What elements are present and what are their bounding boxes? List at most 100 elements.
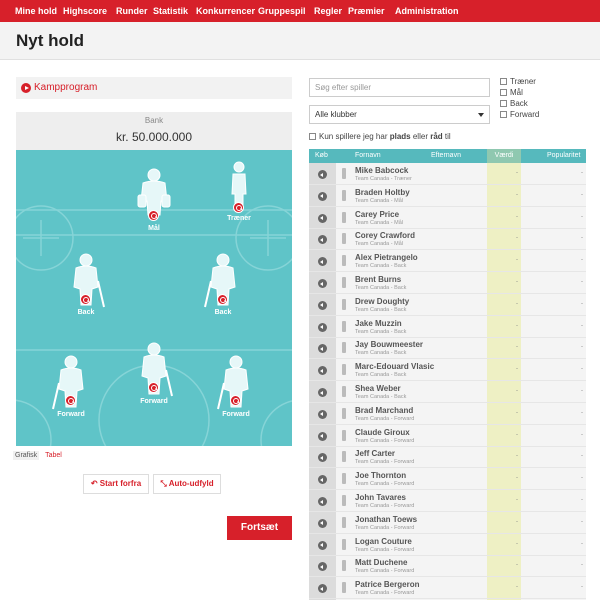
role-checkbox-maal[interactable]: Mål	[500, 88, 523, 98]
table-row: Jake Muzzin Team Canada - Back - -	[309, 316, 586, 338]
table-row: Braden Holtby Team Canada - Mål - -	[309, 185, 586, 207]
buy-arrow-icon[interactable]	[318, 257, 327, 267]
buy-arrow-icon[interactable]	[318, 453, 327, 463]
buy-arrow-icon[interactable]	[318, 431, 327, 441]
nav-item-administration[interactable]: Administration	[395, 0, 459, 22]
zoom-icon[interactable]	[80, 294, 91, 305]
player-name[interactable]: Joe Thornton	[355, 471, 406, 480]
slot-forward-center[interactable]: Forward	[134, 340, 174, 410]
club-select[interactable]: Alle klubber	[309, 105, 490, 124]
buy-arrow-icon[interactable]	[318, 540, 327, 550]
col-popularitet[interactable]: Popularitet	[547, 152, 580, 159]
tabel-link[interactable]: Tabel	[45, 452, 62, 459]
role-checkbox-back[interactable]: Back	[500, 99, 528, 109]
kun-text: eller	[412, 132, 428, 141]
slot-coach[interactable]: Træner	[219, 158, 259, 228]
zoom-icon[interactable]	[217, 294, 228, 305]
affordable-only-checkbox[interactable]: Kun spillere jeg har plads eller råd til	[309, 132, 451, 141]
buy-arrow-icon[interactable]	[318, 279, 327, 288]
buy-arrow-icon[interactable]	[318, 344, 327, 354]
player-name[interactable]: Jake Muzzin	[355, 319, 402, 328]
player-figure-icon	[342, 407, 346, 419]
zoom-icon[interactable]	[148, 210, 159, 221]
nav-item-praemier[interactable]: Præmier	[348, 0, 385, 22]
view-toggle: Grafisk Tabel	[13, 451, 62, 460]
auto-udfyld-button[interactable]: ⤡ Auto-udfyld	[153, 474, 221, 494]
col-vaerdi[interactable]: Værdi	[487, 149, 521, 163]
player-name[interactable]: Marc-Edouard Vlasic	[355, 362, 434, 371]
slot-goalie[interactable]: Mål	[134, 165, 174, 235]
col-efternavn[interactable]: Efternavn	[431, 152, 461, 159]
buy-arrow-icon[interactable]	[318, 584, 327, 594]
buy-arrow-icon[interactable]	[318, 170, 327, 179]
player-name[interactable]: Corey Crawford	[355, 231, 415, 240]
player-team-position: Team Canada - Mål	[355, 219, 403, 226]
fortsaet-button[interactable]: Fortsæt	[227, 516, 292, 540]
player-name[interactable]: Brad Marchand	[355, 406, 413, 415]
player-name[interactable]: Jay Bouwmeester	[355, 340, 423, 349]
buy-arrow-icon[interactable]	[318, 366, 327, 376]
col-fornavn[interactable]: Fornavn	[355, 152, 381, 159]
nav-item-konkurrencer[interactable]: Konkurrencer	[196, 0, 255, 22]
role-checkbox-forward[interactable]: Forward	[500, 110, 539, 120]
zoom-icon[interactable]	[148, 382, 159, 393]
player-name[interactable]: Claude Giroux	[355, 428, 410, 437]
slot-back-left[interactable]: Back	[66, 251, 106, 321]
nav-item-regler[interactable]: Regler	[314, 0, 342, 22]
player-name[interactable]: Patrice Bergeron	[355, 580, 419, 589]
player-name[interactable]: Jonathan Toews	[355, 515, 417, 524]
start-forfra-button[interactable]: ↶ Start forfra	[83, 474, 149, 494]
nav-item-statistik[interactable]: Statistik	[153, 0, 188, 22]
buy-arrow-icon[interactable]	[318, 497, 327, 506]
grafisk-link[interactable]: Grafisk	[13, 451, 40, 460]
role-checkbox-traener[interactable]: Træner	[500, 77, 536, 87]
buy-arrow-icon[interactable]	[318, 300, 327, 310]
search-input[interactable]	[309, 78, 490, 97]
player-team-position: Team Canada - Back	[355, 285, 407, 291]
kampprogram-toggle[interactable]: Kampprogram	[16, 77, 292, 99]
zoom-icon[interactable]	[65, 395, 76, 406]
slot-back-right[interactable]: Back	[203, 251, 243, 321]
slot-forward-right[interactable]: Forward	[216, 353, 256, 423]
buy-arrow-icon[interactable]	[318, 409, 327, 419]
player-name[interactable]: Braden Holtby	[355, 188, 410, 197]
player-name[interactable]: Logan Couture	[355, 537, 412, 546]
slot-forward-left[interactable]: Forward	[51, 353, 91, 423]
player-team-position: Team Canada - Mål	[355, 197, 403, 204]
buy-arrow-icon[interactable]	[318, 322, 327, 332]
buy-arrow-icon[interactable]	[318, 475, 327, 485]
nav-item-mine-hold[interactable]: Mine hold	[15, 0, 57, 22]
player-name[interactable]: Carey Price	[355, 210, 399, 219]
player-popularity: -	[581, 518, 583, 525]
buy-arrow-icon[interactable]	[318, 213, 327, 223]
zoom-icon[interactable]	[233, 202, 244, 213]
player-popularity: -	[581, 475, 583, 482]
player-name[interactable]: Jeff Carter	[355, 449, 395, 458]
player-name[interactable]: Matt Duchene	[355, 558, 407, 567]
player-value: -	[516, 388, 518, 394]
player-name[interactable]: Alex Pietrangelo	[355, 253, 418, 262]
player-value: -	[516, 213, 518, 220]
col-kob[interactable]: Køb	[315, 152, 328, 159]
player-figure-icon	[342, 168, 346, 179]
buy-arrow-icon[interactable]	[318, 191, 327, 201]
goalie-label: Mål	[148, 225, 160, 232]
player-figure-icon	[342, 342, 346, 354]
rink: Mål Træner Back Back Forward Forward For…	[16, 150, 292, 446]
table-row: Jay Bouwmeester Team Canada - Back - -	[309, 337, 586, 360]
buy-arrow-icon[interactable]	[318, 562, 327, 572]
player-name[interactable]: Drew Doughty	[355, 297, 409, 306]
player-name[interactable]: Mike Babcock	[355, 166, 408, 175]
buy-arrow-icon[interactable]	[318, 235, 327, 245]
player-name[interactable]: Brent Burns	[355, 275, 401, 284]
buy-arrow-icon[interactable]	[318, 388, 327, 397]
player-name[interactable]: Shea Weber	[355, 384, 401, 393]
nav-item-runder[interactable]: Runder	[116, 0, 148, 22]
nav-item-gruppespil[interactable]: Gruppespil	[258, 0, 306, 22]
nav-item-highscore[interactable]: Highscore	[63, 0, 107, 22]
player-name[interactable]: John Tavares	[355, 493, 406, 502]
player-value: -	[516, 300, 518, 307]
buy-arrow-icon[interactable]	[318, 518, 327, 528]
zoom-icon[interactable]	[230, 395, 241, 406]
player-popularity: -	[581, 388, 583, 394]
